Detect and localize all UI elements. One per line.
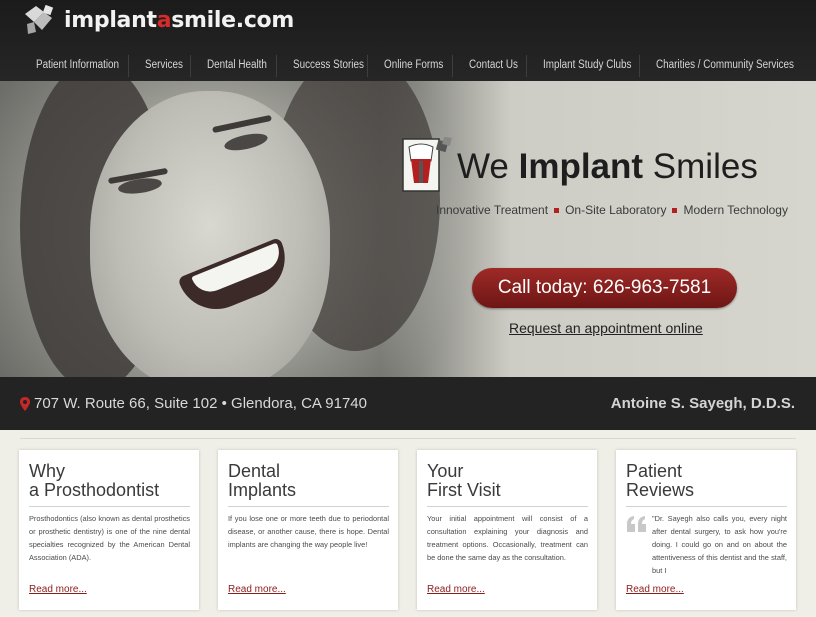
nav-divider — [367, 55, 368, 77]
office-address-text: 707 W. Route 66, Suite 102 • Glendora, C… — [34, 395, 367, 412]
nav-patient-information[interactable]: Patient Information — [36, 49, 119, 81]
nav-charities-community-services[interactable]: Charities / Community Services — [656, 49, 794, 81]
card-why-prosthodontist: Why a Prosthodontist Prosthodontics (also… — [19, 450, 199, 610]
card-body: Your initial appointment will consist of… — [427, 514, 588, 562]
read-more-link[interactable]: Read more... — [228, 584, 286, 595]
bullet-icon — [672, 207, 678, 213]
nav-services[interactable]: Services — [145, 49, 183, 81]
request-appointment-link[interactable]: Request an appointment online — [509, 320, 703, 336]
logo-mark-icon — [25, 4, 54, 34]
feature-on-site-laboratory: On-Site Laboratory — [565, 203, 667, 217]
office-address[interactable]: 707 W. Route 66, Suite 102 • Glendora, C… — [20, 395, 367, 412]
nav-implant-study-clubs[interactable]: Implant Study Clubs — [543, 49, 632, 81]
hero-features: Innovative Treatment On-Site Laboratory … — [436, 203, 788, 217]
nav-divider — [276, 55, 277, 77]
nav-divider — [639, 55, 640, 77]
doctor-name: Antoine S. Sayegh, D.D.S. — [610, 395, 795, 412]
card-rule — [626, 506, 787, 507]
read-more-link[interactable]: Read more... — [427, 584, 485, 595]
card-body: If you lose one or more teeth due to per… — [228, 514, 389, 549]
hero-banner: We Implant Smiles Innovative Treatment O… — [0, 81, 816, 377]
card-rule — [29, 506, 190, 507]
card-patient-reviews: Patient Reviews "Dr. Sayegh also calls yo… — [616, 450, 796, 610]
hero-tagline: We Implant Smiles — [457, 147, 758, 186]
read-more-link[interactable]: Read more... — [626, 584, 684, 595]
card-title: Patient Reviews — [626, 461, 695, 500]
section-divider — [20, 438, 796, 439]
feature-innovative-treatment: Innovative Treatment — [436, 203, 549, 217]
feature-modern-technology: Modern Technology — [683, 203, 788, 217]
card-title: Your First Visit — [427, 461, 501, 500]
card-body: Prosthodontics (also known as dental pro… — [29, 514, 190, 562]
card-first-visit: Your First Visit Your initial appointment… — [417, 450, 597, 610]
card-title: Why a Prosthodontist — [29, 461, 160, 500]
main-nav: Patient Information Services Dental Heal… — [0, 49, 816, 81]
logo-text: implantasmile.com — [64, 7, 294, 33]
address-bar: 707 W. Route 66, Suite 102 • Glendora, C… — [0, 377, 816, 430]
nav-divider — [452, 55, 453, 77]
card-rule — [228, 506, 389, 507]
site-header: implantasmile.com Patient Information Se… — [0, 0, 816, 81]
map-pin-icon — [20, 396, 30, 411]
nav-divider — [128, 55, 129, 77]
nav-contact-us[interactable]: Contact Us — [469, 49, 518, 81]
call-today-button[interactable]: Call today: 626-963-7581 — [472, 268, 737, 308]
site-logo[interactable]: implantasmile.com — [22, 4, 294, 36]
card-dental-implants: Dental Implants If you lose one or more t… — [218, 450, 398, 610]
card-title: Dental Implants — [228, 461, 297, 500]
tooth-implant-icon — [402, 137, 452, 192]
nav-online-forms[interactable]: Online Forms — [384, 49, 443, 81]
quote-icon — [627, 516, 646, 532]
nav-divider — [526, 55, 527, 77]
nav-dental-health[interactable]: Dental Health — [207, 49, 267, 81]
card-body: "Dr. Sayegh also calls you, every night … — [652, 514, 787, 575]
bullet-icon — [554, 207, 560, 213]
nav-divider — [190, 55, 191, 77]
read-more-link[interactable]: Read more... — [29, 584, 87, 595]
nav-success-stories[interactable]: Success Stories — [293, 49, 364, 81]
review-quote: "Dr. Sayegh also calls you, every night … — [626, 513, 787, 579]
card-rule — [427, 506, 588, 507]
